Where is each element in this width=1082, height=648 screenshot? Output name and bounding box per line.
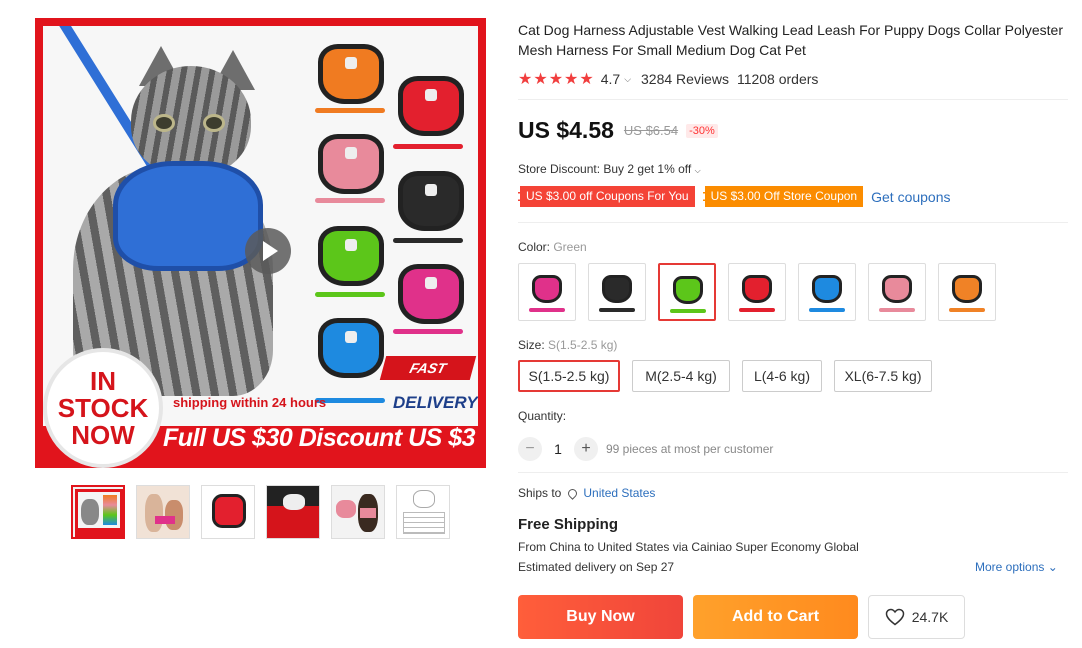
quantity-limit-note: 99 pieces at most per customer [606,442,774,456]
ships-to-row: Ships to United States [518,486,655,500]
swatch-green[interactable] [658,263,716,321]
strap-graphic [393,329,463,334]
strap-graphic [315,198,385,203]
wishlist-button[interactable]: 24.7K [868,595,965,639]
chevron-down-icon[interactable]: ⌵ [624,74,631,85]
quantity-minus-button[interactable]: − [518,437,542,461]
quantity-plus-button[interactable]: + [574,437,598,461]
strap-graphic [315,108,385,113]
quantity-label: Quantity: [518,409,567,423]
swatch-red[interactable] [728,263,786,321]
swatch-rose[interactable] [518,263,576,321]
estimated-delivery: Estimated delivery on Sep 27 [518,560,675,574]
more-options-text: More options [975,560,1045,574]
strap-graphic [393,144,463,149]
store-discount[interactable]: Store Discount: Buy 2 get 1% off ⌵ [518,162,701,176]
chevron-down-icon: ⌵ [694,166,701,175]
divider [518,99,1068,100]
more-options-link[interactable]: More options ⌄ [975,560,1058,574]
delivery-label: DELIVERY [393,393,478,412]
size-xl-button[interactable]: XL(6-7.5 kg) [834,360,932,392]
coupons-row: US $3.00 off Coupons For You US $3.00 Of… [518,186,951,207]
price-row: US $4.58 US $6.54 -30% [518,117,718,144]
thumbnail-strip [71,485,450,539]
coupon-for-you[interactable]: US $3.00 off Coupons For You [518,186,695,207]
store-discount-text: Store Discount: Buy 2 get 1% off [518,162,692,176]
cat-eye-graphic [203,114,225,132]
original-price: US $6.54 [623,123,679,138]
size-selected-value: S(1.5-2.5 kg) [548,338,618,352]
play-video-icon[interactable] [245,228,291,274]
thumbnail-2[interactable] [136,485,190,539]
pink-harness-graphic [318,134,384,194]
star-rating-icon: ★★★★★ [518,71,595,88]
strap-graphic [393,238,463,243]
size-m-button[interactable]: M(2.5-4 kg) [632,360,730,392]
fast-delivery-badge: FAST [379,356,477,380]
badge-line: STOCK [57,393,149,423]
color-label-text: Color: [518,240,554,254]
quantity-stepper: − 1 + 99 pieces at most per customer [518,437,773,461]
size-l-button[interactable]: L(4-6 kg) [742,360,822,392]
discount-banner-text: Full US $30 Discount US $3 [163,424,476,452]
divider [518,472,1068,473]
store-coupon[interactable]: US $3.00 Off Store Coupon [702,186,864,207]
thumbnail-6[interactable] [396,485,450,539]
orders-count: 11208 orders [736,71,819,87]
shipping-route: From China to United States via Cainiao … [518,540,859,554]
discount-badge: -30% [686,123,718,138]
get-coupons-link[interactable]: Get coupons [871,189,950,205]
cat-eye-graphic [153,114,175,132]
thumbnail-4[interactable] [266,485,320,539]
badge-line: NOW [71,420,135,450]
chevron-down-icon: ⌄ [1047,560,1058,574]
product-title: Cat Dog Harness Adjustable Vest Walking … [518,22,1063,58]
reviews-count[interactable]: 3284 Reviews [641,71,729,87]
strap-graphic [315,292,385,297]
divider [518,222,1068,223]
thumbnail-5[interactable] [331,485,385,539]
swatch-blue[interactable] [798,263,856,321]
quantity-input[interactable]: 1 [542,441,574,457]
blue-harness-graphic [113,161,263,271]
in-stock-badge: IN STOCK NOW [43,348,163,468]
thumbnail-3[interactable] [201,485,255,539]
blue-harness-sample-graphic [318,318,384,378]
wishlist-count: 24.7K [911,609,949,625]
black-harness-graphic [398,171,464,231]
green-harness-graphic [318,226,384,286]
color-selected-value: Green [553,240,587,254]
add-to-cart-button[interactable]: Add to Cart [693,595,858,639]
swatch-orange[interactable] [938,263,996,321]
cat-head-graphic [131,66,251,176]
ships-to-label: Ships to [518,486,562,500]
rating-value[interactable]: 4.7 [601,71,620,87]
size-s-button[interactable]: S(1.5-2.5 kg) [518,360,620,392]
size-label: Size: S(1.5-2.5 kg) [518,338,617,352]
color-swatches [518,263,996,321]
buy-now-button[interactable]: Buy Now [518,595,683,639]
swatch-black[interactable] [588,263,646,321]
red-harness-graphic [398,76,464,136]
color-label: Color: Green [518,240,587,254]
shipping-24h-label: shipping within 24 hours [173,395,327,410]
orange-harness-graphic [318,44,384,104]
rating-row: ★★★★★ 4.7 ⌵ 3284 Reviews 11208 orders [518,69,818,89]
ship-country-link[interactable]: United States [583,486,655,500]
current-price: US $4.58 [518,117,614,143]
size-label-text: Size: [518,338,549,352]
size-options: S(1.5-2.5 kg) M(2.5-4 kg) L(4-6 kg) XL(6… [518,360,932,392]
rose-harness-graphic [398,264,464,324]
thumbnail-1[interactable] [71,485,125,539]
main-product-image[interactable]: FAST DELIVERY shipping within 24 hours I… [35,18,486,468]
free-shipping-title: Free Shipping [518,516,619,533]
heart-icon [885,608,904,626]
swatch-pink[interactable] [868,263,926,321]
location-pin-icon [566,486,580,500]
badge-line: IN [90,366,116,396]
